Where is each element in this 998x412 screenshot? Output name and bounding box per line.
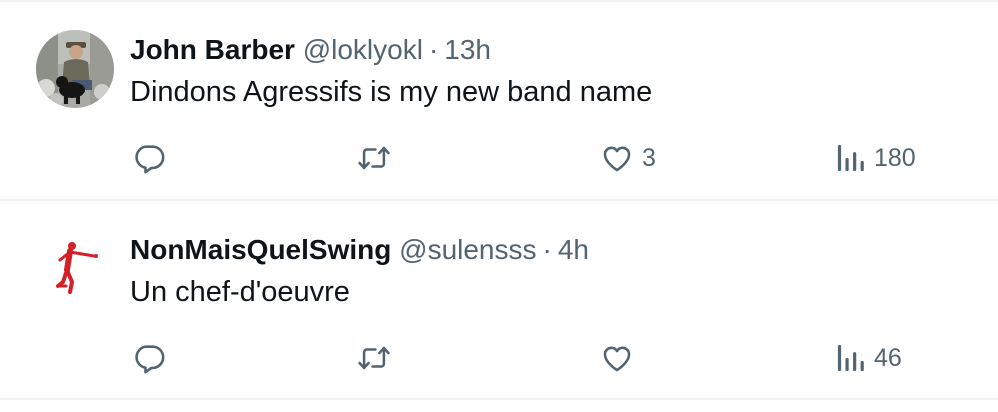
views-count: 46 (874, 343, 902, 372)
tweet-header: John Barber @loklyokl · 13h (130, 30, 491, 70)
views-icon (836, 342, 866, 374)
divider (0, 398, 998, 400)
heart-icon (600, 141, 634, 175)
avatar[interactable] (36, 230, 114, 308)
reply-icon (132, 341, 166, 375)
retweet-icon (356, 141, 392, 175)
user-handle[interactable]: @sulensss (399, 234, 536, 265)
reply-button[interactable] (132, 336, 174, 380)
like-button[interactable] (600, 336, 642, 380)
like-button[interactable]: 3 (600, 136, 656, 180)
display-name[interactable]: NonMaisQuelSwing (130, 234, 391, 265)
retweet-button[interactable] (356, 136, 400, 180)
user-handle[interactable]: @loklyokl (303, 34, 423, 65)
separator-dot: · (542, 234, 552, 265)
views-button[interactable]: 180 (836, 136, 916, 180)
retweet-icon (356, 341, 392, 375)
display-name[interactable]: John Barber (130, 34, 295, 65)
tweet[interactable]: John Barber @loklyokl · 13h Dindons Agress… (0, 0, 998, 200)
timestamp[interactable]: 13h (444, 34, 491, 65)
reply-button[interactable] (132, 136, 174, 180)
tweet-header: NonMaisQuelSwing @sulensss · 4h (130, 230, 589, 270)
reply-icon (132, 141, 166, 175)
tweet-actions: 3 180 (130, 136, 930, 180)
timeline: John Barber @loklyokl · 13h Dindons Agress… (0, 0, 998, 412)
timestamp[interactable]: 4h (558, 234, 589, 265)
separator-dot: · (428, 34, 439, 65)
tweet-text: Un chef-d'oeuvre (130, 276, 350, 308)
views-button[interactable]: 46 (836, 336, 902, 380)
tweet[interactable]: NonMaisQuelSwing @sulensss · 4h Un chef-d'… (0, 200, 998, 398)
avatar[interactable] (36, 30, 114, 108)
tweet-actions: 46 (130, 336, 930, 380)
views-icon (836, 142, 866, 174)
views-count: 180 (874, 143, 916, 172)
heart-icon (600, 341, 634, 375)
like-count: 3 (642, 143, 656, 172)
tweet-text: Dindons Agressifs is my new band name (130, 76, 653, 108)
retweet-button[interactable] (356, 336, 400, 380)
